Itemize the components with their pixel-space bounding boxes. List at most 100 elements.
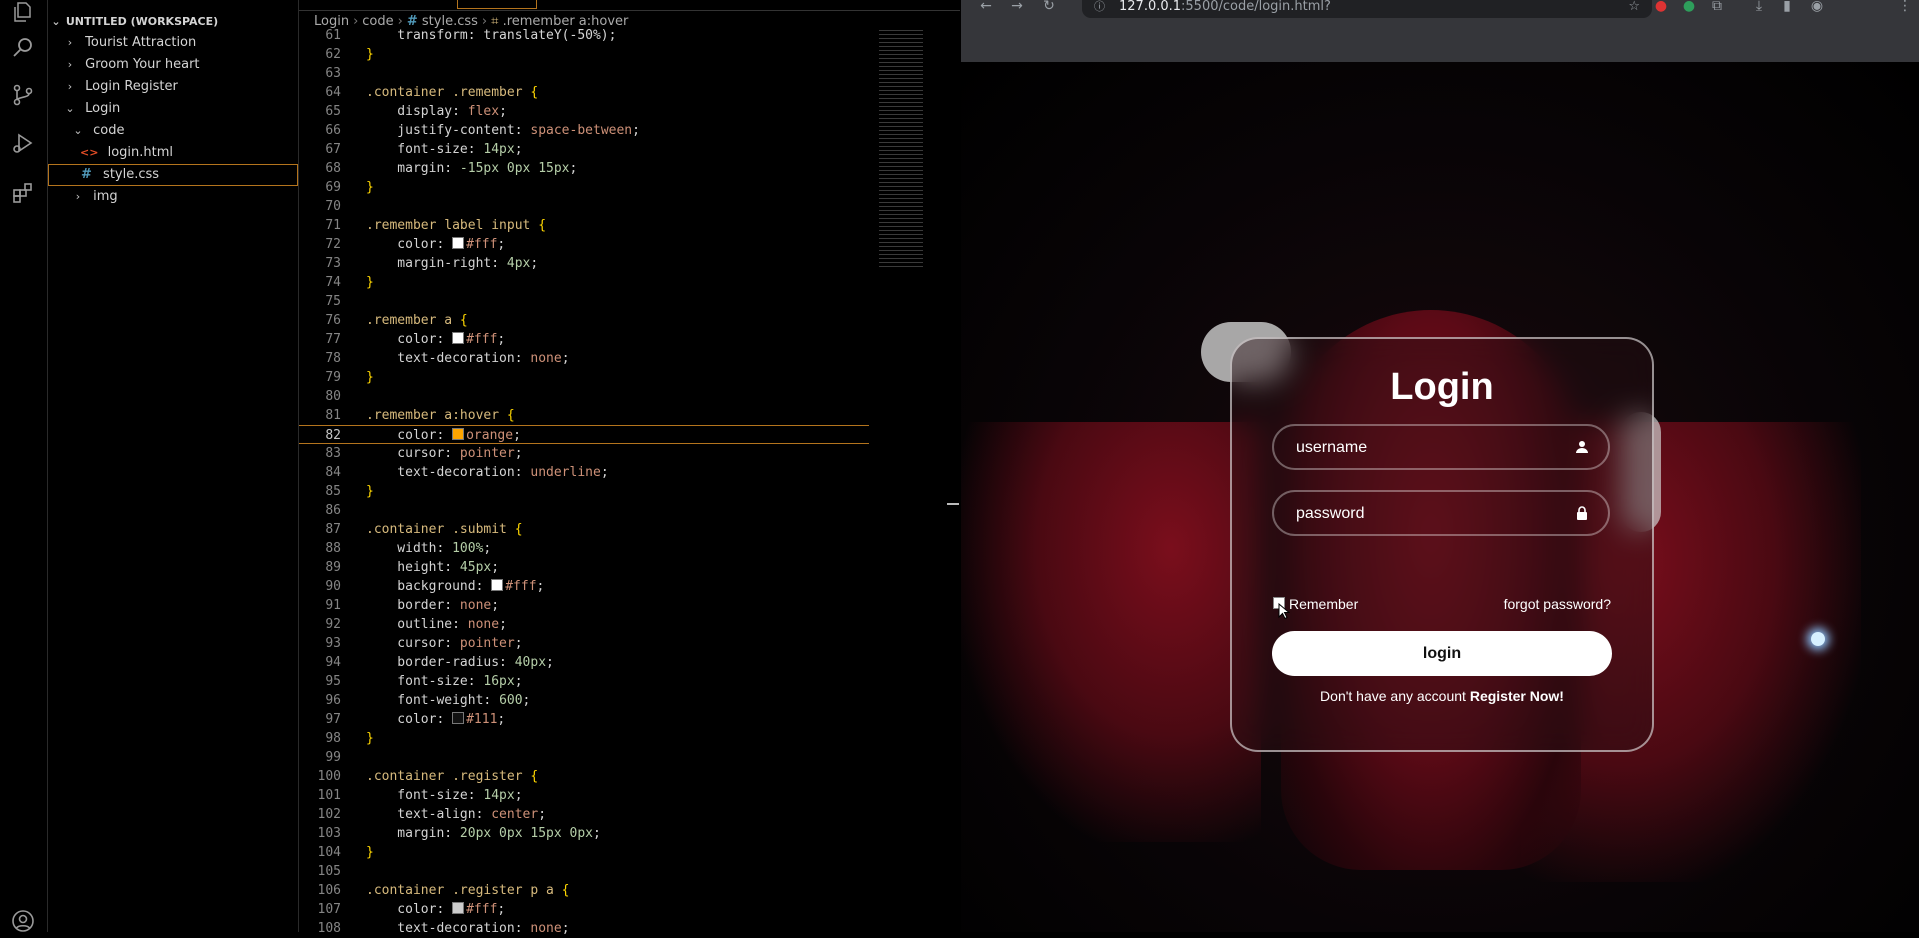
code-editor[interactable]: Login › code › # style.css › ⌗ .remember a:hov…	[299, 0, 960, 936]
folder-label: Groom Your heart	[85, 57, 200, 72]
workspace-header[interactable]: ⌄ UNTITLED (WORKSPACE)	[48, 11, 298, 33]
color-swatch-icon[interactable]	[491, 579, 504, 591]
code-line[interactable]: 94 border-radius: 40px;	[299, 653, 869, 672]
back-icon[interactable]: ←	[976, 0, 996, 14]
info-icon[interactable]: ⓘ	[1094, 0, 1105, 14]
bookmark-star-icon[interactable]: ☆	[1628, 0, 1640, 14]
code-line[interactable]: 75	[299, 292, 869, 311]
file-login-html[interactable]: <> login.html	[48, 142, 298, 164]
color-swatch-icon[interactable]	[452, 332, 465, 344]
source-control-icon[interactable]	[10, 82, 36, 108]
line-number: 68	[325, 161, 341, 176]
code-line[interactable]: 87 .container .submit {	[299, 520, 869, 539]
code-line[interactable]: 88 width: 100%;	[299, 539, 869, 558]
code-line[interactable]: 99	[299, 748, 869, 767]
code-line[interactable]: 61 transform: translateY(-50%);	[299, 26, 869, 45]
code-line[interactable]: 92 outline: none;	[299, 615, 869, 634]
code-line[interactable]: 80	[299, 387, 869, 406]
folder-tourist-attraction[interactable]: › Tourist Attraction	[48, 32, 298, 54]
code-line[interactable]: 93 cursor: pointer;	[299, 634, 869, 653]
code-line[interactable]: 108 text-decoration: none;	[299, 919, 869, 938]
color-swatch-icon[interactable]	[452, 902, 465, 914]
folder-img[interactable]: › img	[48, 186, 298, 208]
code-line[interactable]: 68 margin: -15px 0px 15px;	[299, 159, 869, 178]
code-line[interactable]: 90 background: #fff;	[299, 577, 869, 596]
code-line[interactable]: 78 text-decoration: none;	[299, 349, 869, 368]
code-line[interactable]: 69}	[299, 178, 869, 197]
explorer-icon[interactable]	[10, 0, 36, 26]
line-number: 101	[317, 788, 341, 803]
username-input[interactable]	[1294, 426, 1568, 470]
register-now-link[interactable]: Register Now!	[1470, 688, 1564, 704]
file-style-css[interactable]: # style.css	[48, 164, 298, 186]
code-line[interactable]: 106 .container .register p a {	[299, 881, 869, 900]
code-line[interactable]: 74}	[299, 273, 869, 292]
code-line[interactable]: 96 font-weight: 600;	[299, 691, 869, 710]
color-swatch-icon[interactable]	[452, 712, 465, 724]
scrollbar-marker[interactable]	[947, 503, 959, 505]
code-line[interactable]: 73 margin-right: 4px;	[299, 254, 869, 273]
code-line[interactable]: 98}	[299, 729, 869, 748]
folder-login-register[interactable]: › Login Register	[48, 76, 298, 98]
code-line[interactable]: 85}	[299, 482, 869, 501]
code-line[interactable]: 103 margin: 20px 0px 15px 0px;	[299, 824, 869, 843]
code-line[interactable]: 67 font-size: 14px;	[299, 140, 869, 159]
code-line[interactable]: 64 .container .remember {	[299, 83, 869, 102]
tab-style-css[interactable]	[457, 0, 537, 9]
color-swatch-icon[interactable]	[452, 237, 465, 249]
code-line[interactable]: 95 font-size: 16px;	[299, 672, 869, 691]
code-line[interactable]: 65 display: flex;	[299, 102, 869, 121]
code-line[interactable]: 62}	[299, 45, 869, 64]
search-icon[interactable]	[10, 34, 36, 60]
account-icon[interactable]	[10, 908, 36, 934]
code-line[interactable]: 104}	[299, 843, 869, 862]
line-number: 85	[325, 484, 341, 499]
extensions-puzzle-icon[interactable]: ⧉	[1707, 0, 1727, 14]
folder-code[interactable]: ⌄ code	[48, 120, 298, 142]
code-line[interactable]: 71 .remember label input {	[299, 216, 869, 235]
code-line[interactable]: 70	[299, 197, 869, 216]
code-line[interactable]: 97 color: #111;	[299, 710, 869, 729]
code-line-current[interactable]: 82 color: orange;	[299, 425, 869, 444]
file-label: login.html	[107, 145, 173, 160]
code-line[interactable]: 76 .remember a {	[299, 311, 869, 330]
code-line[interactable]: 107 color: #fff;	[299, 900, 869, 919]
folder-login[interactable]: ⌄ Login	[48, 98, 298, 120]
password-input[interactable]	[1294, 492, 1568, 536]
code-line[interactable]: 66 justify-content: space-between;	[299, 121, 869, 140]
code-token: 45px	[459, 560, 492, 575]
code-line[interactable]: 79}	[299, 368, 869, 387]
code-line[interactable]: 91 border: none;	[299, 596, 869, 615]
code-line[interactable]: 89 height: 45px;	[299, 558, 869, 577]
code-line[interactable]: 83 cursor: pointer;	[299, 444, 869, 463]
code-line[interactable]: 72 color: #fff;	[299, 235, 869, 254]
code-line[interactable]: 101 font-size: 14px;	[299, 786, 869, 805]
profile-avatar-icon[interactable]: ◉	[1807, 0, 1827, 14]
minimap[interactable]	[879, 30, 923, 270]
download-icon[interactable]: ⤓	[1749, 0, 1769, 14]
login-button[interactable]: login	[1272, 631, 1612, 676]
forgot-password-link[interactable]: forgot password?	[1504, 594, 1611, 614]
extension-icon-red[interactable]: ●	[1651, 0, 1671, 14]
run-debug-icon[interactable]	[10, 130, 36, 156]
folder-groom-your-heart[interactable]: › Groom Your heart	[48, 54, 298, 76]
username-field[interactable]	[1272, 424, 1610, 470]
code-line[interactable]: 81 .remember a:hover {	[299, 406, 869, 425]
code-line[interactable]: 105	[299, 862, 869, 881]
code-line[interactable]: 100 .container .register {	[299, 767, 869, 786]
color-swatch-icon[interactable]	[452, 428, 465, 440]
side-panel-icon[interactable]: ▮	[1777, 0, 1797, 14]
extension-icon-green[interactable]: ●	[1679, 0, 1699, 14]
menu-kebab-icon[interactable]: ⋮	[1895, 0, 1915, 14]
code-line[interactable]: 84 text-decoration: underline;	[299, 463, 869, 482]
code-line[interactable]: 77 color: #fff;	[299, 330, 869, 349]
code-line[interactable]: 63	[299, 64, 869, 83]
password-field[interactable]	[1272, 490, 1610, 536]
extensions-icon[interactable]	[10, 180, 36, 206]
forward-icon[interactable]: →	[1007, 0, 1027, 14]
reload-icon[interactable]: ↻	[1039, 0, 1059, 14]
address-bar[interactable]: ⓘ 127.0.0.1:5500/code/login.html? ☆	[1082, 0, 1652, 18]
remember-label[interactable]: Remember	[1289, 594, 1358, 614]
code-line[interactable]: 102 text-align: center;	[299, 805, 869, 824]
code-line[interactable]: 86	[299, 501, 869, 520]
